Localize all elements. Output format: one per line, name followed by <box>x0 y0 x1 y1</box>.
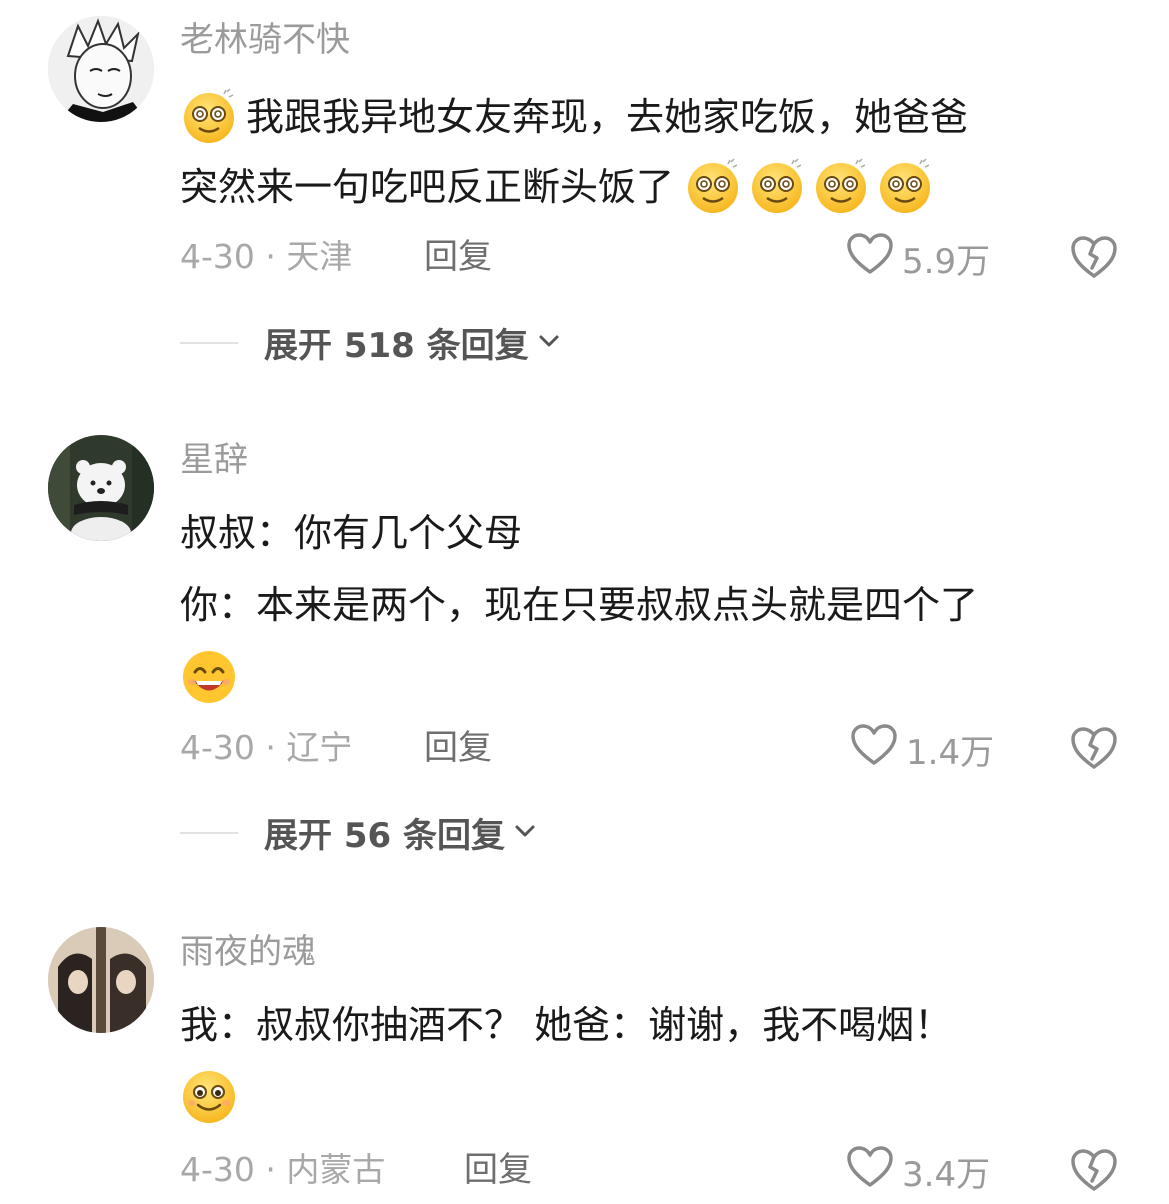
like-count: 1.4万 <box>906 733 995 773</box>
dizzy-smile-emoji-icon <box>806 158 870 216</box>
expand-replies-button[interactable]: 展开 56 条回复 <box>180 808 537 857</box>
comment-text-line: 我跟我异地女友奔现，去她家吃饭，她爸爸 <box>180 88 968 146</box>
dizzy-smile-emoji-icon <box>180 88 238 146</box>
comment-date-location: 4-30 · 内蒙古 <box>180 1150 386 1189</box>
avatar[interactable] <box>48 435 154 541</box>
dislike-button[interactable] <box>1070 725 1118 771</box>
reply-button[interactable]: 回复 <box>464 1150 532 1190</box>
like-button[interactable]: 3.4万 <box>846 1145 990 1198</box>
heart-outline-icon <box>846 232 902 285</box>
broken-heart-icon <box>1070 1149 1118 1197</box>
comment-text-line: 你：本来是两个，现在只要叔叔点头就是四个了 <box>180 582 978 628</box>
expand-replies-button[interactable]: 展开 518 条回复 <box>180 318 561 367</box>
heart-outline-icon <box>846 1145 902 1198</box>
divider <box>180 831 238 834</box>
like-button[interactable]: 1.4万 <box>850 723 994 776</box>
like-count: 3.4万 <box>902 1155 991 1195</box>
avatar[interactable] <box>48 927 154 1033</box>
comment-text-line: 我：叔叔你抽酒不？ 她爸：谢谢，我不喝烟！ <box>180 1002 952 1048</box>
comment-text-line <box>180 648 238 706</box>
chevron-down-icon <box>529 333 561 353</box>
comment-text: 你：本来是两个，现在只要叔叔点头就是四个了 <box>180 583 979 627</box>
dislike-button[interactable] <box>1070 234 1118 280</box>
comment-date-location: 4-30 · 天津 <box>180 237 353 276</box>
comment-item: 老林骑不快 我跟我异地女友奔现，去她家吃饭，她爸爸 突然来一句吃吧反正断头饭了 <box>0 0 1169 400</box>
broken-heart-icon <box>1070 727 1118 775</box>
dizzy-smile-emoji-icon <box>870 158 934 216</box>
grin-emoji-icon <box>180 648 238 706</box>
username[interactable]: 星辞 <box>180 440 248 480</box>
comment-text: 突然来一句吃吧反正断头饭了 <box>180 165 675 209</box>
dislike-button[interactable] <box>1070 1147 1118 1193</box>
username[interactable]: 雨夜的魂 <box>180 932 316 972</box>
broken-heart-icon <box>1070 236 1118 284</box>
chevron-down-icon <box>505 823 537 843</box>
comment-text-line: 突然来一句吃吧反正断头饭了 <box>180 158 934 216</box>
like-button[interactable]: 5.9万 <box>846 232 990 285</box>
comment-text: 叔叔：你有几个父母 <box>180 511 523 555</box>
comment-text: 我跟我异地女友奔现，去她家吃饭，她爸爸 <box>246 95 969 139</box>
comment-text-line <box>180 1068 238 1126</box>
reply-button[interactable]: 回复 <box>424 237 492 277</box>
dizzy-smile-emoji-icon <box>742 158 806 216</box>
divider <box>180 341 238 344</box>
username[interactable]: 老林骑不快 <box>180 20 350 60</box>
dizzy-smile-emoji-icon <box>684 158 742 216</box>
comment-item: 星辞 叔叔：你有几个父母 你：本来是两个，现在只要叔叔点头就是四个了 4-30 … <box>0 430 1169 870</box>
comment-item: 雨夜的魂 我：叔叔你抽酒不？ 她爸：谢谢，我不喝烟！ 4-30 · 内蒙古 回复… <box>0 922 1169 1204</box>
like-count: 5.9万 <box>902 242 991 282</box>
comment-date-location: 4-30 · 辽宁 <box>180 728 353 767</box>
comment-text: 我：叔叔你抽酒不？ 她爸：谢谢，我不喝烟！ <box>180 1003 953 1047</box>
expand-replies-label: 展开 56 条回复 <box>264 816 505 856</box>
expand-replies-label: 展开 518 条回复 <box>264 326 529 366</box>
comment-text-line: 叔叔：你有几个父母 <box>180 510 522 556</box>
smile-emoji-icon <box>180 1068 238 1126</box>
heart-outline-icon <box>850 723 906 776</box>
avatar[interactable] <box>48 16 154 122</box>
reply-button[interactable]: 回复 <box>424 728 492 768</box>
